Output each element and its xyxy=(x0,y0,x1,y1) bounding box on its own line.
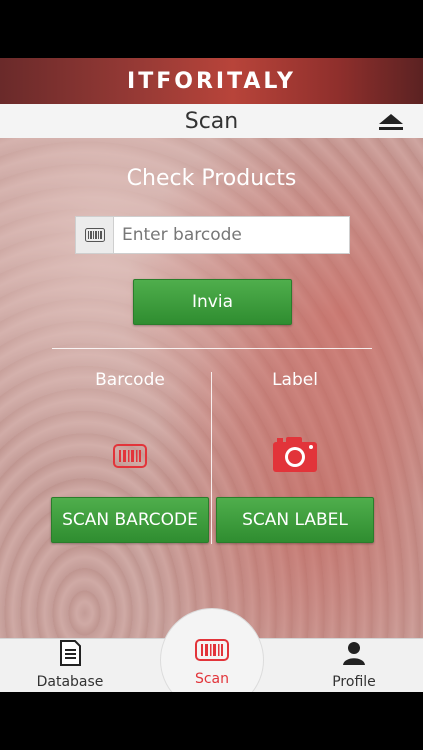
barcode-icon xyxy=(195,639,229,665)
tab-label: Scan xyxy=(194,671,230,687)
bottom-bezel xyxy=(0,692,423,750)
document-icon xyxy=(58,640,82,670)
user-icon xyxy=(342,640,366,670)
barcode-input[interactable] xyxy=(114,217,349,253)
invia-button[interactable]: Invia xyxy=(133,279,292,325)
check-products-heading: Check Products xyxy=(126,166,297,191)
title-bar: Scan xyxy=(0,104,423,139)
brand-logo: ITFORITALY xyxy=(127,68,296,94)
page-title: Scan xyxy=(184,108,239,134)
column-divider xyxy=(211,372,212,544)
tab-profile[interactable]: Profile xyxy=(304,639,404,693)
brand-header: ITFORITALY xyxy=(0,58,423,104)
label-column-label: Label xyxy=(272,370,318,390)
barcode-entry xyxy=(75,216,350,254)
tab-label: Profile xyxy=(332,674,376,690)
eject-icon[interactable] xyxy=(377,112,405,132)
scan-barcode-button[interactable]: SCAN BARCODE xyxy=(51,497,209,543)
barcode-icon xyxy=(76,217,114,253)
scan-label-button[interactable]: SCAN LABEL xyxy=(216,497,374,543)
scan-panel: Check Products Invia Barcode Label xyxy=(0,138,423,638)
barcode-icon xyxy=(112,438,148,474)
barcode-column-label: Barcode xyxy=(95,370,165,390)
camera-icon xyxy=(272,434,318,474)
tab-database[interactable]: Database xyxy=(20,639,120,693)
tab-label: Database xyxy=(36,674,104,690)
divider xyxy=(52,348,372,349)
status-bar xyxy=(0,0,423,58)
